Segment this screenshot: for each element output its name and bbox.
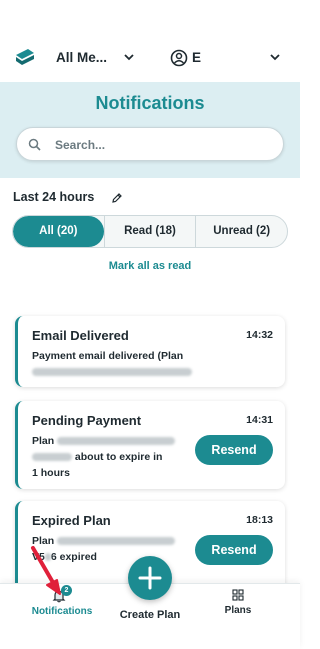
- expiry-text: 6 expired: [50, 551, 97, 563]
- top-bar: All Me... E: [0, 0, 300, 82]
- search-input[interactable]: [55, 135, 275, 155]
- notification-message: 1 hours: [32, 467, 70, 479]
- chevron-down-icon[interactable]: [270, 53, 280, 63]
- notification-title: Email Delivered: [32, 328, 129, 343]
- nav-notifications[interactable]: Notifications: [22, 606, 102, 617]
- tab-unread[interactable]: Unread (2): [195, 216, 287, 247]
- notification-message: Payment email delivered (Plan: [32, 350, 184, 362]
- notification-message: about to expire in: [32, 449, 162, 465]
- redacted-text: [32, 453, 72, 462]
- app-logo-icon: [14, 47, 36, 67]
- nav-plans[interactable]: Plans: [213, 605, 263, 616]
- pencil-icon[interactable]: [111, 191, 123, 203]
- mark-all-read-link[interactable]: Mark all as read: [0, 260, 300, 272]
- notification-title: Pending Payment: [32, 413, 142, 428]
- notification-time: 18:13: [246, 514, 273, 526]
- plus-icon: [138, 566, 162, 590]
- create-plan-button[interactable]: [128, 556, 172, 600]
- plan-code: V5: [32, 551, 45, 563]
- notification-badge: 2: [61, 585, 72, 596]
- redacted-text: [57, 537, 176, 546]
- plan-prefix: Plan: [32, 535, 55, 547]
- notification-card[interactable]: Pending Payment 14:31 Plan about to expi…: [15, 401, 285, 489]
- chevron-down-icon[interactable]: [124, 53, 134, 63]
- redacted-text: [44, 553, 51, 562]
- grid-icon[interactable]: [232, 588, 244, 601]
- page-title: Notifications: [95, 93, 205, 113]
- redacted-text: [32, 364, 192, 380]
- notification-message: Plan: [32, 533, 176, 549]
- notification-card[interactable]: Email Delivered 14:32 Payment email deli…: [15, 316, 285, 387]
- notification-message: V5 6 expired: [32, 549, 97, 565]
- resend-button[interactable]: Resend: [195, 535, 273, 565]
- search-bar[interactable]: [16, 127, 284, 161]
- expiry-text: about to expire in: [74, 451, 163, 463]
- nav-create-plan[interactable]: Create Plan: [105, 609, 195, 621]
- filter-tabs: All (20) Read (18) Unread (2): [12, 215, 288, 248]
- resend-button[interactable]: Resend: [195, 435, 273, 465]
- notification-time: 14:31: [246, 414, 273, 426]
- notification-message: Plan: [32, 433, 176, 449]
- member-selector[interactable]: All Me...: [56, 50, 107, 65]
- tab-all[interactable]: All (20): [13, 216, 104, 247]
- notification-time: 14:32: [246, 329, 273, 341]
- redacted-text: [57, 437, 176, 446]
- notification-title: Expired Plan: [32, 513, 111, 528]
- tab-read[interactable]: Read (18): [103, 216, 196, 247]
- period-label: Last 24 hours: [13, 190, 95, 204]
- user-circle-icon[interactable]: [170, 49, 188, 67]
- plan-prefix: Plan: [32, 435, 55, 447]
- search-icon: [28, 138, 41, 151]
- user-initial[interactable]: E: [192, 50, 201, 65]
